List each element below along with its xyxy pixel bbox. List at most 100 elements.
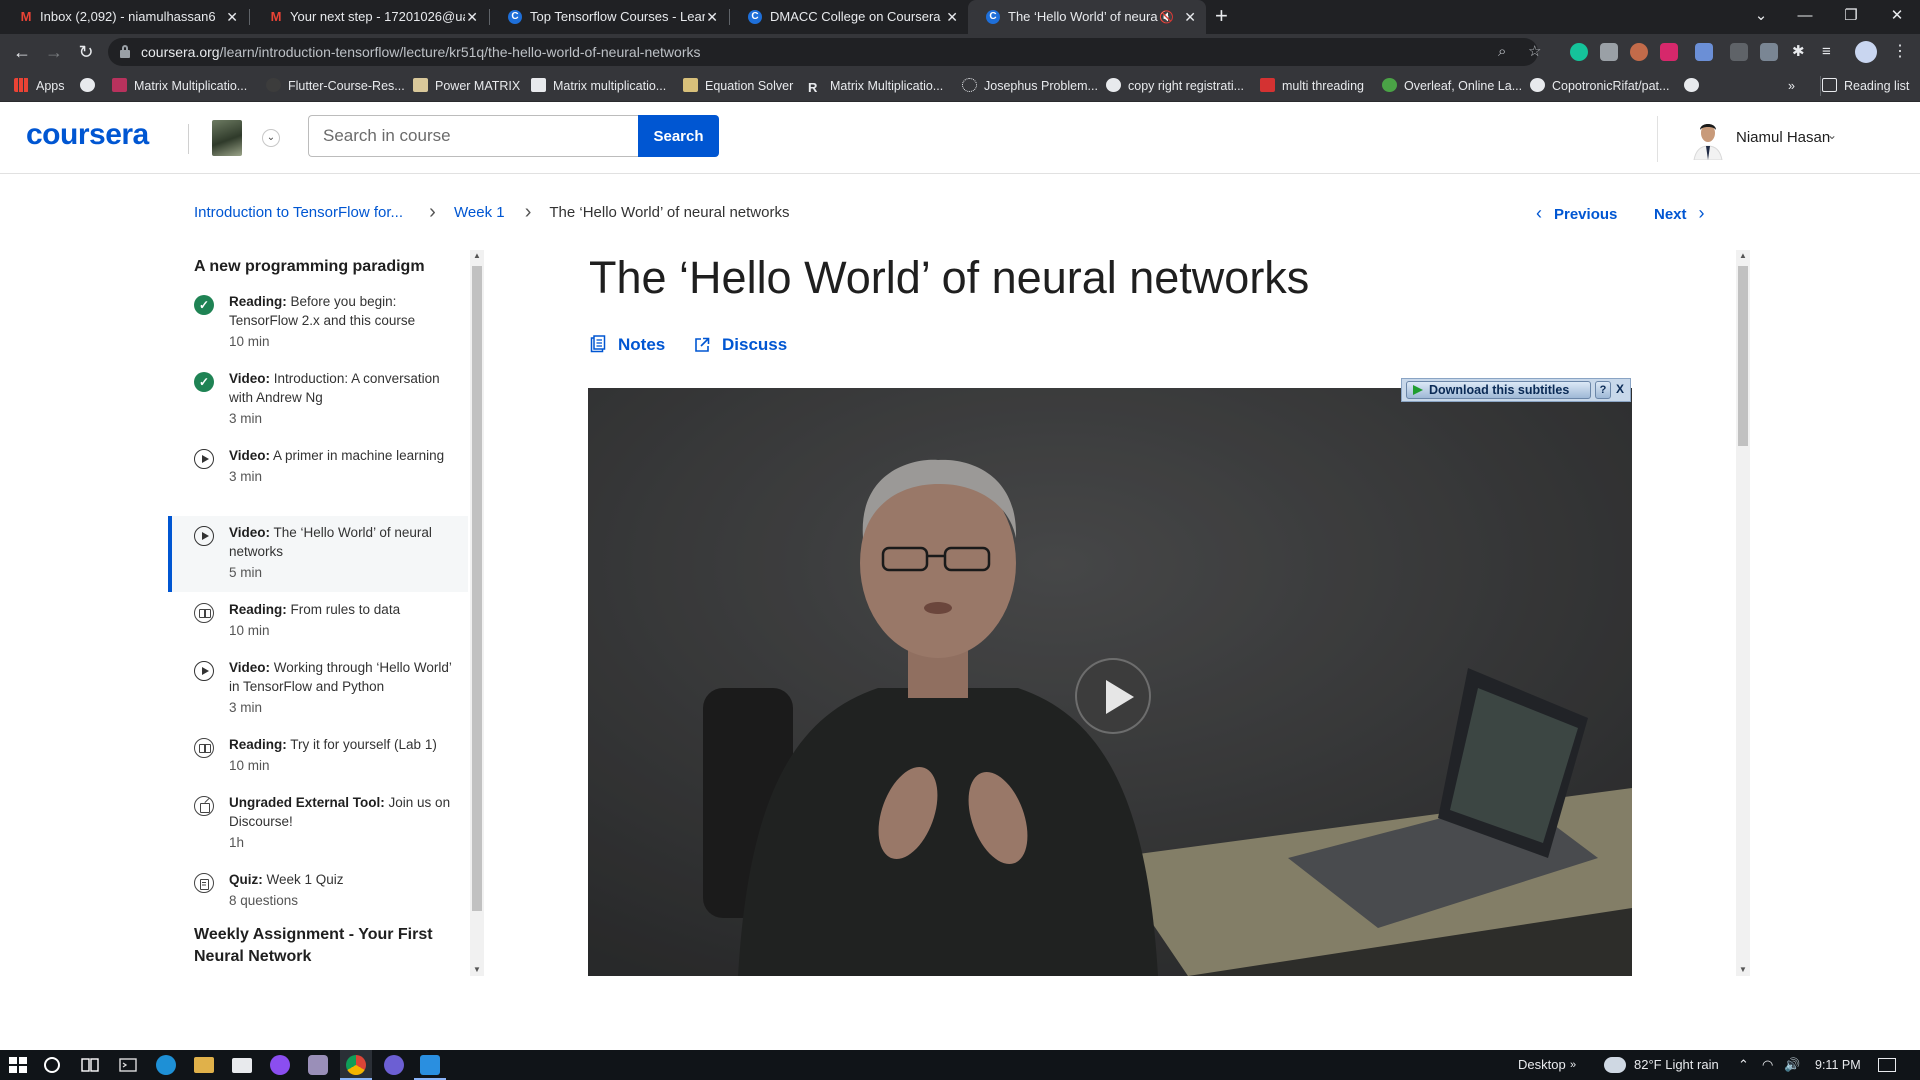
discuss-button[interactable]: Discuss [694, 332, 787, 358]
game-icon[interactable] [308, 1055, 328, 1075]
reload-icon[interactable]: ↻ [72, 34, 100, 70]
previous-button[interactable]: ‹ Previous [1536, 202, 1617, 226]
windows-start-icon[interactable] [8, 1055, 28, 1075]
browser-tab-active[interactable]: C The ‘Hello World’ of neural n 🔇 ✕ [968, 0, 1206, 34]
minimize-icon[interactable]: — [1782, 0, 1828, 32]
page-scrollbar[interactable]: ▲ ▼ [1736, 250, 1750, 976]
reading-list-button[interactable]: Reading list [1822, 70, 1909, 102]
bookmark-item[interactable]: R Matrix Multiplicatio... [808, 70, 943, 102]
bookmark-item[interactable]: Overleaf, Online La... [1382, 70, 1522, 102]
scroll-down-icon[interactable]: ▼ [470, 964, 484, 976]
close-icon[interactable]: ✕ [1184, 0, 1196, 34]
back-icon[interactable]: ← [8, 34, 36, 70]
bookmark-item[interactable]: Matrix multiplicatio... [531, 70, 666, 102]
outline-item[interactable]: Reading: From rules to data 10 min [168, 600, 468, 644]
browser-tab[interactable]: M Your next step - 17201026@uap- ✕ [250, 0, 488, 34]
close-icon[interactable]: X [1613, 381, 1627, 399]
pen-extension-icon[interactable] [1760, 43, 1778, 61]
bookmark-apps[interactable]: Apps [14, 70, 65, 102]
close-icon[interactable]: ✕ [946, 0, 958, 34]
messenger-icon[interactable] [270, 1055, 290, 1075]
notes-button[interactable]: Notes [590, 332, 665, 358]
outline-item[interactable]: ✓ Video: Introduction: A conversation wi… [168, 369, 468, 431]
close-icon[interactable]: ✕ [466, 0, 478, 34]
search-icon[interactable] [44, 1057, 60, 1073]
muted-speaker-icon[interactable]: 🔇 [1159, 0, 1174, 34]
show-hidden-icons-icon[interactable]: ⌃ [1738, 1050, 1749, 1080]
mail-icon[interactable] [232, 1058, 252, 1073]
wifi-icon[interactable]: ◠ [1762, 1050, 1773, 1080]
download-extension-icon[interactable] [1695, 43, 1713, 61]
close-icon[interactable]: ✕ [226, 0, 238, 34]
new-tab-icon[interactable]: + [1215, 0, 1228, 32]
grammarly-icon[interactable] [1570, 43, 1588, 61]
scrollbar-thumb[interactable] [1738, 266, 1748, 446]
bookmark-globe[interactable] [1684, 70, 1706, 102]
media-controls-icon[interactable]: ≡ [1822, 43, 1840, 61]
task-view-icon[interactable] [80, 1055, 100, 1075]
scroll-up-icon[interactable]: ▲ [1736, 250, 1750, 262]
next-button[interactable]: Next › [1654, 202, 1705, 226]
window-close-icon[interactable]: ✕ [1874, 0, 1920, 32]
close-icon[interactable]: ✕ [706, 0, 718, 34]
volume-icon[interactable]: 🔊 [1784, 1050, 1800, 1080]
chevron-down-icon[interactable]: ⌄ [1827, 128, 1837, 142]
search-input[interactable] [308, 115, 638, 157]
outline-item-active[interactable]: Video: The ‘Hello World’ of neural netwo… [168, 516, 468, 592]
extensions-puzzle-icon[interactable]: ✱ [1792, 43, 1810, 61]
coursera-logo[interactable]: coursera [26, 118, 149, 152]
browser-tab[interactable]: C DMACC College on Coursera | Co ✕ [730, 0, 968, 34]
terminal-icon[interactable] [118, 1055, 138, 1075]
bookmark-extension-icon[interactable] [1660, 43, 1678, 61]
toolbar-chevron-icon[interactable]: » [1570, 1050, 1576, 1080]
vscode-taskbar-button[interactable] [414, 1050, 446, 1080]
bookmark-item[interactable]: Power MATRIX [413, 70, 520, 102]
zoom-icon[interactable]: ⌕ [1498, 38, 1506, 66]
section-title[interactable]: Weekly Assignment - Your First Neural Ne… [194, 924, 444, 968]
profile-avatar-icon[interactable] [1855, 41, 1877, 63]
video-player[interactable] [588, 388, 1632, 976]
bookmark-item[interactable]: Matrix Multiplicatio... [112, 70, 247, 102]
bookmark-item[interactable]: Josephus Problem... [962, 70, 1098, 102]
outline-item[interactable]: ✓ Reading: Before you begin: TensorFlow … [168, 292, 468, 354]
search-button[interactable]: Search [638, 115, 719, 157]
breadcrumb-course[interactable]: Introduction to TensorFlow for... [194, 204, 403, 221]
chrome-menu-icon[interactable]: ⋮ [1886, 34, 1914, 70]
bookmark-item[interactable]: Flutter-Course-Res... [266, 70, 405, 102]
outline-item[interactable]: Quiz: Week 1 Quiz 8 questions [168, 870, 468, 914]
screen-extension-icon[interactable] [1730, 43, 1748, 61]
sidebar-scrollbar[interactable]: ▲ ▼ [470, 250, 484, 976]
cookie-extension-icon[interactable] [1630, 43, 1648, 61]
outline-item[interactable]: Video: Working through ‘Hello World’ in … [168, 658, 468, 720]
tab-search-icon[interactable]: ⌄ [1738, 0, 1784, 32]
outline-item[interactable]: Reading: Try it for yourself (Lab 1) 10 m… [168, 735, 468, 779]
clock[interactable]: 9:11 PM [1815, 1050, 1861, 1080]
address-bar[interactable]: coursera.org/learn/introduction-tensorfl… [108, 38, 1541, 66]
outline-item[interactable]: Ungraded External Tool: Join us on Disco… [168, 793, 468, 855]
restore-icon[interactable]: ❐ [1828, 0, 1874, 32]
outline-item[interactable]: Video: A primer in machine learning 3 min [168, 446, 468, 508]
browser-tab[interactable]: M Inbox (2,092) - niamulhassan64@ ✕ [0, 0, 248, 34]
chrome-taskbar-button[interactable] [340, 1050, 372, 1080]
url-text[interactable]: coursera.org/learn/introduction-tensorfl… [141, 38, 700, 66]
scrollbar-thumb[interactable] [472, 266, 482, 911]
course-thumbnail[interactable] [212, 120, 242, 156]
scroll-up-icon[interactable]: ▲ [470, 250, 484, 262]
github-desktop-icon[interactable] [384, 1055, 404, 1075]
avatar[interactable] [1688, 116, 1728, 161]
forward-icon[interactable]: → [40, 34, 68, 70]
camera-extension-icon[interactable] [1600, 43, 1618, 61]
browser-tab[interactable]: C Top Tensorflow Courses - Learn T ✕ [490, 0, 728, 34]
edge-icon[interactable] [156, 1055, 176, 1075]
notifications-icon[interactable] [1878, 1058, 1896, 1072]
chevron-down-icon[interactable]: ⌄ [262, 129, 280, 147]
breadcrumb-week[interactable]: Week 1 [454, 204, 505, 221]
bookmark-item[interactable]: copy right registrati... [1106, 70, 1244, 102]
more-bookmarks-icon[interactable]: » [1788, 70, 1795, 102]
bookmark-item[interactable]: Equation Solver [683, 70, 793, 102]
download-subtitles-button[interactable]: Download this subtitles [1406, 381, 1591, 399]
play-button[interactable] [1075, 658, 1151, 734]
help-icon[interactable]: ? [1595, 381, 1611, 399]
file-explorer-icon[interactable] [194, 1057, 214, 1073]
bookmark-item[interactable]: multi threading [1260, 70, 1364, 102]
